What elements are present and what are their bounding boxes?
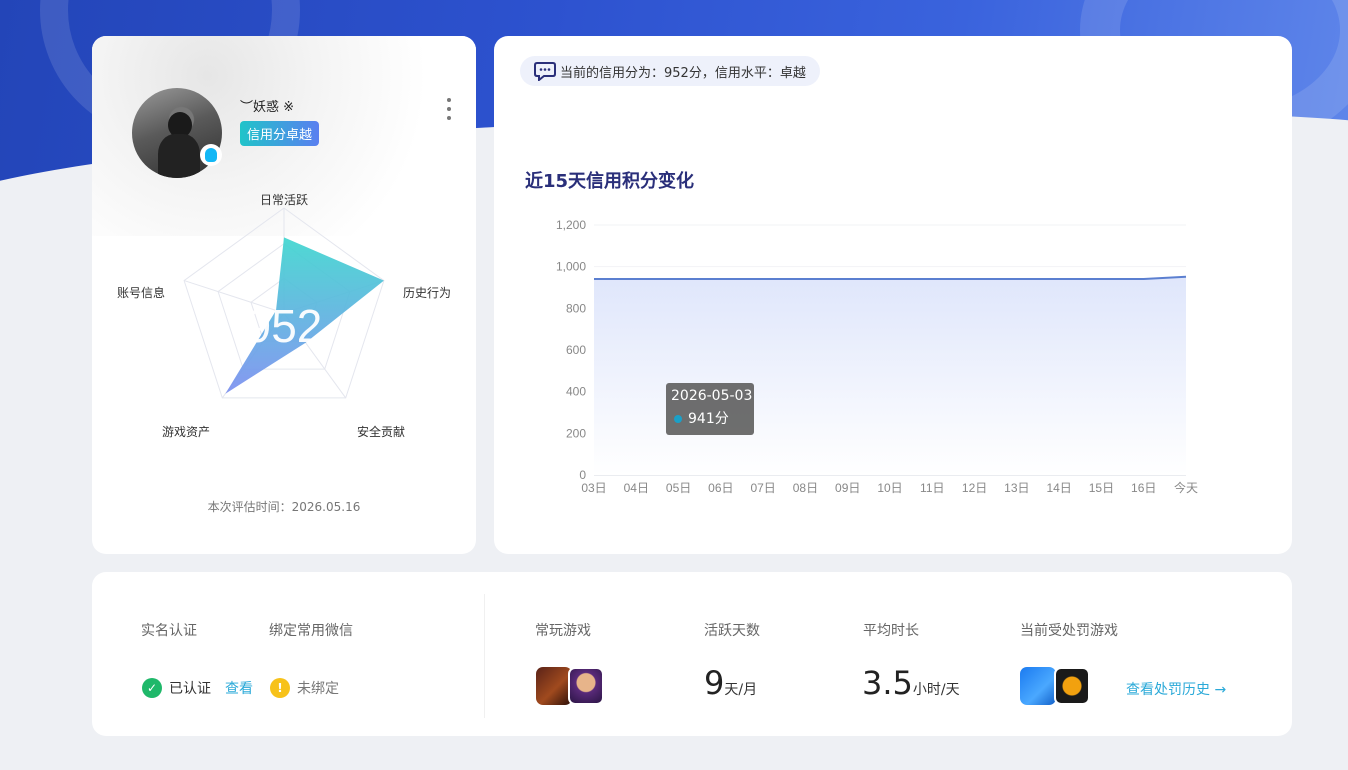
y-tick-label: 1,200: [556, 218, 586, 232]
avg-time-label: 平均时长: [863, 623, 919, 639]
more-options-icon[interactable]: [444, 98, 454, 120]
chat-bubble-icon: [534, 62, 556, 81]
x-tick-label: 13日: [1004, 481, 1029, 495]
avg-time: 3.5小时/天: [862, 664, 960, 702]
profile-card: ︶妖惑 ※ 信用分卓越 952 日常活跃 历史行为 安全贡献 游戏资产 账号信息…: [92, 36, 476, 554]
chart-card: 当前的信用分为：952分，信用水平：卓越 近15天信用积分变化 0 200 400 6…: [494, 36, 1292, 554]
tooltip-date: 2026-05-03: [671, 388, 753, 404]
y-tick-label: 400: [566, 385, 586, 399]
nickname: ︶妖惑 ※: [240, 100, 295, 115]
y-tick-label: 800: [566, 301, 586, 315]
avatar-body: [158, 134, 200, 178]
real-name-label: 实名认证: [141, 623, 197, 639]
games-label: 常玩游戏: [535, 623, 591, 639]
x-tick-label: 16日: [1131, 481, 1156, 495]
radar-svg: 952: [183, 207, 385, 399]
wechat-status-text: 未绑定: [297, 681, 339, 697]
chart-title: 近15天信用积分变化: [525, 171, 695, 192]
warning-icon: !: [270, 678, 290, 698]
x-tick-label: 10日: [877, 481, 902, 495]
x-tick-label: 09日: [835, 481, 860, 495]
game-icon-2[interactable]: [568, 667, 604, 705]
y-tick-label: 200: [566, 426, 586, 440]
qq-icon: [200, 144, 222, 166]
x-tick-label: 04日: [624, 481, 649, 495]
credit-line-chart: 0 200 400 600 800 1,000 1,200 03日 04日 05日 06日 07日 0…: [556, 218, 1198, 495]
credit-message-text: 当前的信用分为：952分，信用水平：卓越: [560, 65, 806, 81]
chart-series-line: [594, 275, 1187, 280]
x-tick-label: 07日: [750, 481, 775, 495]
radar-chart: 952 日常活跃 历史行为 安全贡献 游戏资产 账号信息: [92, 186, 476, 486]
x-tick-label: 今天: [1174, 480, 1198, 495]
chart-area-fill: [594, 276, 1186, 475]
punished-game-icon-1[interactable]: [1020, 667, 1056, 705]
x-tick-label: 06日: [708, 481, 733, 495]
game-icon-1[interactable]: [536, 667, 572, 705]
chart-tooltip: 2026-05-03 941分: [666, 383, 754, 435]
punished-label: 当前受处罚游戏: [1020, 623, 1118, 639]
x-tick-label: 11日: [920, 481, 944, 495]
stats-card: 实名认证 绑定常用微信 ✓ 已认证 查看 ! 未绑定 常玩游戏 活跃天数 9天/…: [92, 572, 1292, 736]
x-tick-label: 08日: [793, 481, 818, 495]
credit-level-tag: 信用分卓越: [240, 121, 320, 146]
radar-score: 952: [246, 300, 323, 352]
punished-game-icon-2[interactable]: [1054, 667, 1090, 705]
active-days-unit: 天/月: [724, 682, 758, 698]
punishment-history-link[interactable]: 查看处罚历史 →: [1126, 679, 1226, 699]
x-tick-label: 03日: [581, 481, 606, 495]
avg-time-value: 3.5: [862, 664, 913, 702]
view-link[interactable]: 查看: [225, 678, 253, 698]
radar-label-account-info: 账号信息: [117, 286, 166, 300]
wechat-label: 绑定常用微信: [269, 623, 353, 639]
radar-label-history: 历史行为: [403, 286, 452, 300]
evaluation-time: 本次评估时间：2026.05.16: [207, 500, 361, 514]
y-tick-label: 600: [566, 343, 586, 357]
x-tick-label: 12日: [962, 481, 987, 495]
active-days-label: 活跃天数: [704, 623, 760, 639]
x-tick-label: 05日: [666, 481, 691, 495]
y-tick-label: 1,000: [556, 260, 586, 274]
wechat-status: ! 未绑定: [270, 678, 339, 698]
tooltip-value: 941分: [688, 411, 729, 427]
y-tick-label: 0: [579, 468, 586, 482]
real-name-status-text: 已认证: [169, 681, 211, 697]
radar-label-daily-active: 日常活跃: [260, 193, 309, 207]
real-name-status: ✓ 已认证 查看: [142, 678, 253, 698]
tooltip-dot: [674, 415, 682, 423]
x-tick-label: 14日: [1046, 481, 1071, 495]
credit-message: 当前的信用分为：952分，信用水平：卓越: [520, 56, 820, 86]
avg-time-unit: 小时/天: [912, 682, 960, 698]
x-tick-label: 15日: [1089, 481, 1114, 495]
stats-divider: [484, 594, 485, 718]
radar-label-security: 安全贡献: [357, 425, 406, 439]
radar-label-game-assets: 游戏资产: [162, 425, 211, 439]
check-icon: ✓: [142, 678, 162, 698]
active-days-value: 9: [704, 664, 725, 702]
active-days: 9天/月: [704, 664, 757, 702]
